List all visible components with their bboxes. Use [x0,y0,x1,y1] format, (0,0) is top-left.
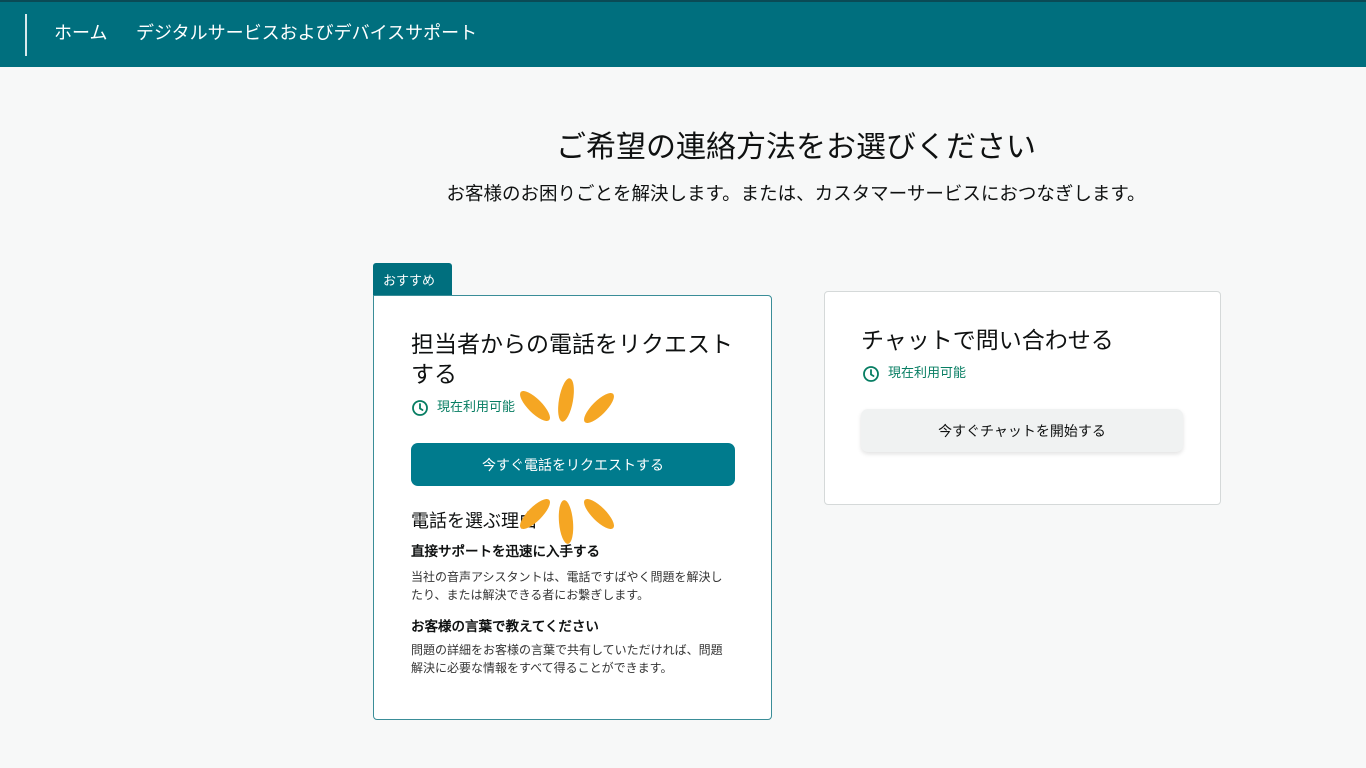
nav-link-digital-support[interactable]: デジタルサービスおよびデバイスサポート [136,22,477,46]
nav-divider [25,14,27,56]
phone-card-title: 担当者からの電話をリクエストする [411,332,733,388]
phone-request-card: 担当者からの電話をリクエストする 現在利用可能 今すぐ電話をリクエストする 電話… [373,295,772,720]
top-navigation-bar: ホーム デジタルサービスおよびデバイスサポート [0,0,1366,67]
reason-title: 直接サポートを迅速に入手する [411,544,600,560]
chat-card: チャットで問い合わせる 現在利用可能 今すぐチャットを開始する [824,291,1221,505]
page-subtitle: お客様のお困りごとを解決します。または、カスタマーサービスにおつなぎします。 [446,184,1146,205]
clock-icon [412,400,428,416]
why-phone-heading: 電話を選ぶ理由 [411,511,537,532]
start-chat-button[interactable]: 今すぐチャットを開始する [861,409,1183,452]
reason-text: 当社の音声アシスタントは、電話ですばやく問題を解決したり、または解決できる者にお… [411,570,723,602]
phone-availability-status: 現在利用可能 [411,399,515,417]
clock-icon [863,366,879,382]
recommended-badge: おすすめ [373,263,452,296]
chat-availability-status: 現在利用可能 [862,365,966,383]
chat-availability-label: 現在利用可能 [888,366,967,381]
reason-title: お客様の言葉で教えてください [411,619,599,635]
request-call-button[interactable]: 今すぐ電話をリクエストする [411,443,735,486]
chat-card-title: チャットで問い合わせる [861,328,1114,354]
page-title: ご希望の連絡方法をお選びください [556,130,1036,165]
reason-text: 問題の詳細をお客様の言葉で共有していただければ、問題解決に必要な情報をすべて得る… [411,643,723,675]
phone-availability-label: 現在利用可能 [437,400,516,415]
nav-link-home[interactable]: ホーム [54,22,107,46]
